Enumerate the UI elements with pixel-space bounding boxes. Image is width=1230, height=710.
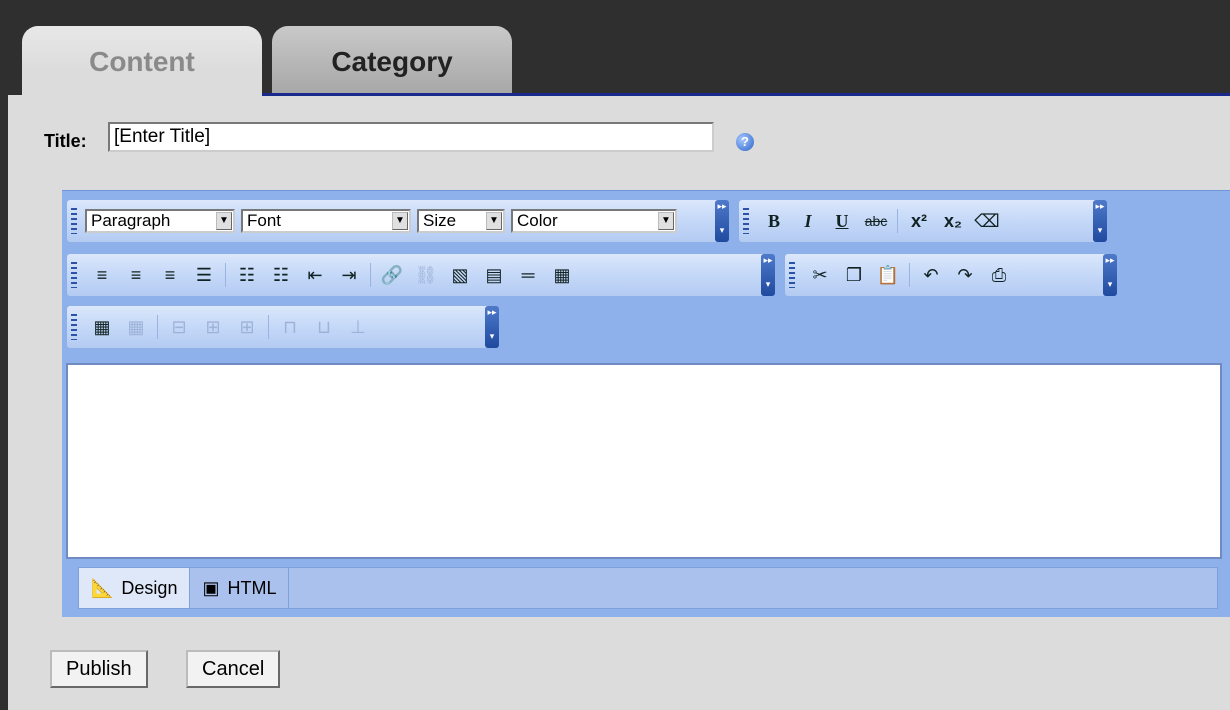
table-properties-icon[interactable]: ▦ [119,312,153,342]
redo-icon[interactable]: ↷ [948,260,982,290]
tab-design[interactable]: 📐 Design [79,568,191,608]
insert-table-icon[interactable]: ▦ [85,312,119,342]
toolbar-options-icon[interactable]: ▸▸ ▾ [1103,254,1117,296]
link-icon[interactable]: 🔗 [375,260,409,290]
bold-button[interactable]: B [757,206,791,236]
horizontal-rule-icon[interactable]: ═ [511,260,545,290]
image-icon[interactable]: ▧ [443,260,477,290]
design-icon: 📐 [91,577,114,598]
insert-document-icon[interactable]: ▤ [477,260,511,290]
print-icon[interactable]: ⎙ [982,260,1016,290]
tab-category[interactable]: Category [272,26,512,96]
insert-row-icon[interactable]: ⊟ [162,312,196,342]
underline-button[interactable]: U [825,206,859,236]
separator [909,263,910,287]
chevron-down-icon[interactable]: ▼ [486,212,502,230]
toolbar-grip[interactable] [71,314,77,340]
italic-button[interactable]: I [791,206,825,236]
outdent-icon[interactable]: ⇤ [298,260,332,290]
paragraph-select[interactable]: Paragraph ▼ [85,209,235,233]
eraser-icon[interactable]: ⌫ [970,206,1004,236]
text-style-toolbar: B I U abc x² x₂ ⌫ ▸▸ ▾ [738,199,1107,243]
toolbar-options-icon[interactable]: ▸▸ ▾ [761,254,775,296]
chevron-down-icon[interactable]: ▼ [392,212,408,230]
unlink-icon[interactable]: ⛓ [409,260,443,290]
help-icon[interactable]: ? [736,133,754,151]
tab-content[interactable]: Content [22,26,262,100]
split-cells-icon[interactable]: ⊔ [307,312,341,342]
editor-content-area[interactable] [66,363,1222,559]
align-right-icon[interactable]: ≡ [153,260,187,290]
cancel-button[interactable]: Cancel [186,650,281,688]
undo-icon[interactable]: ↶ [914,260,948,290]
paste-icon[interactable]: 📋 [871,260,905,290]
toolbar-grip[interactable] [71,262,77,288]
toolbar-grip[interactable] [789,262,795,288]
format-toolbar: Paragraph ▼ Font ▼ Size ▼ Color ▼ ▸▸ ▾ [66,199,729,243]
insert-column-icon[interactable]: ⊞ [230,312,264,342]
paragraph-toolbar: ≡ ≡ ≡ ☰ ☷ ☷ ⇤ ⇥ 🔗 ⛓ ▧ ▤ ═ ▦ ▸▸ ▾ [66,253,775,297]
rich-text-editor: Paragraph ▼ Font ▼ Size ▼ Color ▼ ▸▸ ▾ B I U … [62,190,1230,617]
chevron-down-icon[interactable]: ▼ [216,212,232,230]
color-select[interactable]: Color ▼ [511,209,677,233]
toolbar-grip[interactable] [743,208,749,234]
separator [225,263,226,287]
copy-icon[interactable]: ❐ [837,260,871,290]
chevron-down-icon[interactable]: ▼ [658,212,674,230]
separator [897,209,898,233]
title-label: Title: [44,131,87,151]
left-bar [0,0,8,710]
tab-html-label: HTML [227,577,277,598]
justify-icon[interactable]: ☰ [187,260,221,290]
table-icon[interactable]: ▦ [545,260,579,290]
separator [157,315,158,339]
editor-mode-bar: 📐 Design ▣ HTML [78,567,1218,609]
toolbar-options-icon[interactable]: ▸▸ ▾ [485,306,499,348]
size-select[interactable]: Size ▼ [417,209,505,233]
toolbar-options-icon[interactable]: ▸▸ ▾ [715,200,729,242]
separator [268,315,269,339]
clipboard-toolbar: ✂ ❐ 📋 ↶ ↷ ⎙ ▸▸ ▾ [784,253,1117,297]
subscript-button[interactable]: x₂ [936,206,970,236]
bullet-list-icon[interactable]: ☷ [230,260,264,290]
indent-icon[interactable]: ⇥ [332,260,366,290]
superscript-button[interactable]: x² [902,206,936,236]
toolbar-grip[interactable] [71,208,77,234]
merge-cells-icon[interactable]: ⊓ [273,312,307,342]
strikethrough-button[interactable]: abc [859,206,893,236]
html-icon: ▣ [202,577,220,598]
tab-design-label: Design [121,577,178,598]
insert-row-above-icon[interactable]: ⊞ [196,312,230,342]
align-left-icon[interactable]: ≡ [85,260,119,290]
cut-icon[interactable]: ✂ [803,260,837,290]
numbered-list-icon[interactable]: ☷ [264,260,298,290]
publish-button[interactable]: Publish [50,650,148,688]
separator [370,263,371,287]
font-select[interactable]: Font ▼ [241,209,411,233]
tab-html[interactable]: ▣ HTML [190,568,290,608]
align-center-icon[interactable]: ≡ [119,260,153,290]
toolbar-options-icon[interactable]: ▸▸ ▾ [1093,200,1107,242]
title-input[interactable] [108,122,714,152]
table-toolbar: ▦ ▦ ⊟ ⊞ ⊞ ⊓ ⊔ ⊥ ▸▸ ▾ [66,305,499,349]
delete-cells-icon[interactable]: ⊥ [341,312,375,342]
